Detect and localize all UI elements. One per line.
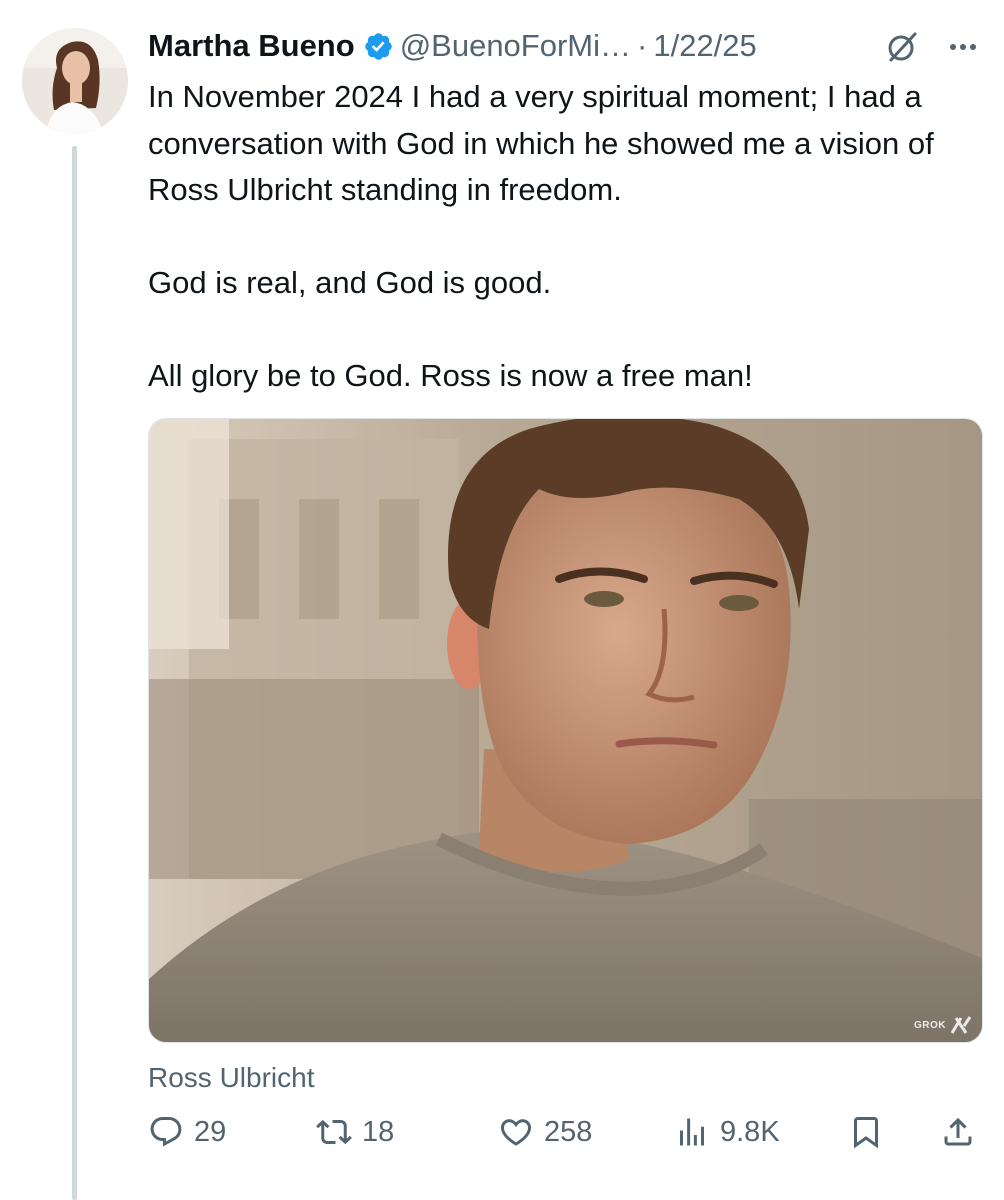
like-button[interactable]: 258 xyxy=(498,1108,592,1156)
thread-line xyxy=(72,146,77,1200)
tweet-photo[interactable]: GROK xyxy=(148,418,983,1043)
tweet-header: Martha Bueno @BuenoForMi… · 1/22/25 xyxy=(148,24,988,68)
action-bar: 29 18 258 9.8K xyxy=(148,1108,988,1156)
tweet-paragraph: All glory be to God. Ross is now a free … xyxy=(148,358,753,393)
tweet-paragraph: In November 2024 I had a very spiritual … xyxy=(148,79,934,207)
like-count: 258 xyxy=(544,1115,593,1148)
verified-badge-icon xyxy=(364,32,392,60)
repost-count: 18 xyxy=(362,1115,395,1148)
share-icon xyxy=(944,1117,972,1146)
tweet-paragraph: God is real, and God is good. xyxy=(148,265,552,300)
views-icon xyxy=(680,1118,704,1146)
share-button[interactable] xyxy=(940,1108,976,1156)
author-avatar[interactable] xyxy=(22,28,128,134)
views-button[interactable]: 9.8K xyxy=(674,1108,780,1156)
bookmark-button[interactable] xyxy=(848,1108,884,1156)
views-count: 9.8K xyxy=(720,1115,780,1148)
bookmark-icon xyxy=(854,1117,878,1149)
tweet-date[interactable]: 1/22/25 xyxy=(653,28,756,64)
more-icon[interactable] xyxy=(944,30,982,64)
like-icon xyxy=(500,1119,532,1146)
reply-icon xyxy=(150,1117,182,1147)
grok-icon[interactable] xyxy=(885,30,919,64)
reply-button[interactable]: 29 xyxy=(148,1108,226,1156)
author-handle[interactable]: @BuenoForMi… xyxy=(400,28,631,64)
grok-watermark: GROK xyxy=(914,1016,972,1034)
separator-dot: · xyxy=(637,28,648,63)
repost-icon xyxy=(316,1119,352,1145)
tweet-text: In November 2024 I had a very spiritual … xyxy=(148,74,988,400)
author-name[interactable]: Martha Bueno xyxy=(148,28,355,64)
x-logo-icon xyxy=(950,1016,972,1034)
watermark-label: GROK xyxy=(914,1019,946,1031)
repost-button[interactable]: 18 xyxy=(316,1108,394,1156)
reply-count: 29 xyxy=(194,1115,227,1148)
media-caption: Ross Ulbricht xyxy=(148,1062,315,1093)
